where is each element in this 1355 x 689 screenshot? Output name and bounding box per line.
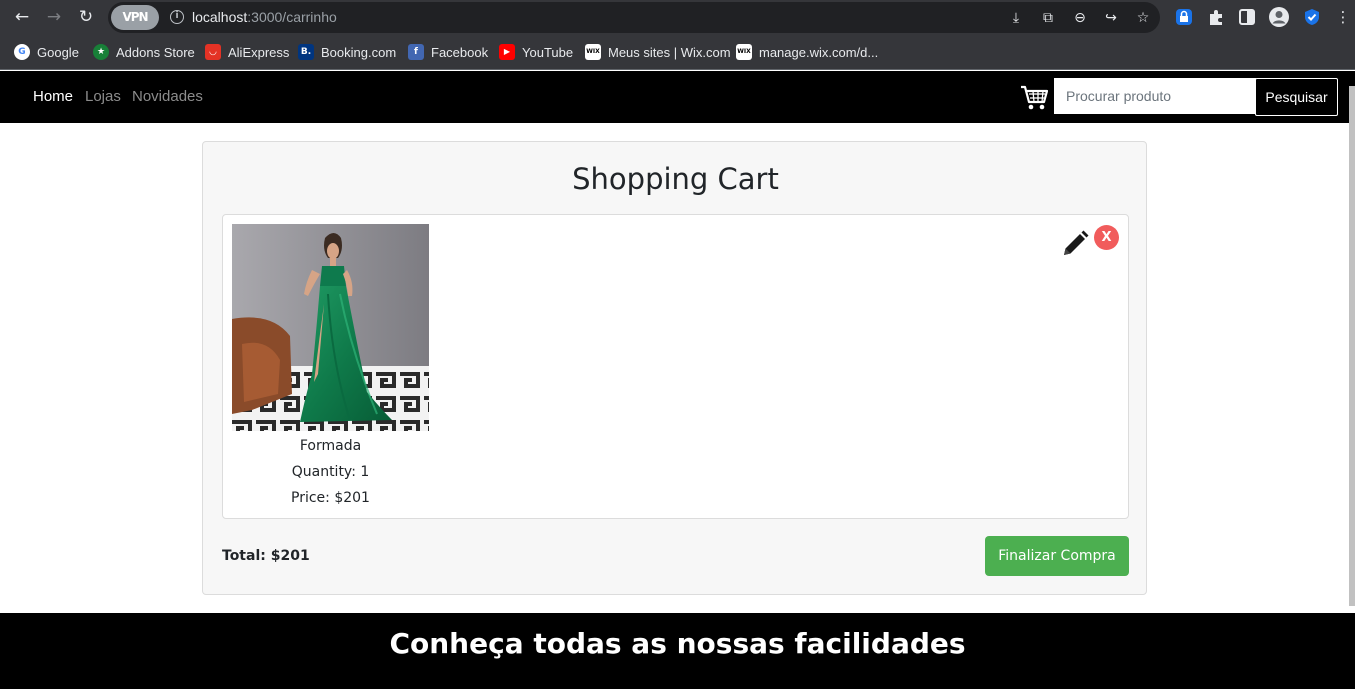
product-search-input[interactable] — [1054, 78, 1256, 114]
reload-icon[interactable]: ↻ — [74, 5, 98, 29]
url-text[interactable]: localhost:3000/carrinho — [192, 9, 337, 25]
product-name: Formada — [299, 438, 362, 454]
product-price: Price: $201 — [291, 490, 370, 506]
star-icon[interactable]: ☆ — [1133, 8, 1153, 28]
url-host: localhost — [192, 9, 248, 25]
bookmark-label: Google — [37, 44, 79, 60]
url-path: :3000/carrinho — [247, 9, 337, 25]
bookmark-label: YouTube — [522, 44, 574, 60]
features-heading: Conheça todas as nossas facilidades — [389, 627, 966, 660]
bookmark-label: AliExpress — [228, 44, 290, 60]
site-info-icon[interactable]: i — [170, 10, 184, 24]
nav-link-lojas[interactable]: Lojas — [85, 88, 121, 105]
cart-title: Shopping Cart — [572, 162, 779, 196]
features-banner: Conheça todas as nossas facilidades — [0, 613, 1355, 689]
bookmark-label: Addons Store — [116, 44, 195, 60]
facebook-icon: f — [408, 44, 424, 60]
cart-total: Total: $201 — [222, 548, 310, 564]
bookmark-wix-sites[interactable]: WIX Meus sites | Wix.com — [585, 42, 731, 62]
remove-item-button[interactable]: X — [1094, 225, 1119, 250]
address-bar[interactable]: VPN i localhost:3000/carrinho ⤓ ⧉ ⊖ ↪ ☆ — [108, 2, 1160, 33]
forward-arrow-icon[interactable]: → — [42, 5, 66, 29]
bookmark-addons-store[interactable]: ★ Addons Store — [93, 42, 195, 62]
bookmark-label: Facebook — [431, 44, 489, 60]
bookmark-label: Booking.com — [321, 44, 397, 60]
product-image[interactable] — [232, 224, 429, 431]
checkout-button[interactable]: Finalizar Compra — [985, 536, 1129, 576]
browser-toolbar: ← → ↻ VPN i localhost:3000/carrinho ⤓ ⧉ … — [0, 0, 1355, 34]
nav-link-novidades[interactable]: Novidades — [132, 88, 203, 105]
vpn-icon[interactable]: VPN — [111, 5, 159, 30]
booking-icon: B. — [298, 44, 314, 60]
zoom-icon[interactable]: ⊖ — [1070, 8, 1090, 28]
shopping-cart-panel: Shopping Cart Formada Quantity: 1 Price:… — [202, 141, 1147, 595]
install-icon[interactable]: ⤓ — [1006, 8, 1026, 28]
wix-icon: WIX — [736, 44, 752, 60]
shield-icon[interactable] — [1301, 6, 1323, 28]
nav-link-home[interactable]: Home — [33, 88, 73, 105]
sidepanel-icon[interactable] — [1236, 6, 1258, 28]
product-quantity: Quantity: 1 — [291, 464, 370, 480]
aliexpress-icon: ◡ — [205, 44, 221, 60]
bookmark-booking[interactable]: B. Booking.com — [298, 42, 396, 62]
shopping-cart-icon[interactable] — [1020, 85, 1049, 111]
extension-lock-icon[interactable] — [1173, 6, 1195, 28]
profile-icon[interactable] — [1268, 6, 1290, 28]
google-icon: G — [14, 44, 30, 60]
bookmark-google[interactable]: G Google — [14, 42, 79, 62]
bookmark-facebook[interactable]: f Facebook — [408, 42, 488, 62]
bookmark-label: Meus sites | Wix.com — [608, 44, 731, 60]
bookmark-aliexpress[interactable]: ◡ AliExpress — [205, 42, 289, 62]
edit-pencil-icon[interactable] — [1061, 230, 1089, 258]
share-icon[interactable]: ↪ — [1101, 8, 1121, 28]
bookmark-wix-manage[interactable]: WIX manage.wix.com/d... — [736, 42, 878, 62]
youtube-icon: ▶ — [499, 44, 515, 60]
bookmark-label: manage.wix.com/d... — [759, 44, 879, 60]
back-arrow-icon[interactable]: ← — [10, 5, 34, 29]
cart-item-card: Formada Quantity: 1 Price: $201 X — [222, 214, 1129, 519]
puzzle-icon[interactable] — [1205, 6, 1227, 28]
translate-icon[interactable]: ⧉ — [1038, 8, 1058, 28]
bookmarks-bar: G Google ★ Addons Store ◡ AliExpress B. … — [0, 34, 1355, 70]
addons-store-icon: ★ — [93, 44, 109, 60]
search-button[interactable]: Pesquisar — [1255, 78, 1338, 116]
kebab-menu-icon[interactable]: ⋮ — [1332, 6, 1354, 28]
wix-icon: WIX — [585, 44, 601, 60]
site-navbar: Home Lojas Novidades Pesquisar — [0, 71, 1355, 123]
scrollbar-thumb[interactable] — [1349, 86, 1355, 606]
bookmark-youtube[interactable]: ▶ YouTube — [499, 42, 573, 62]
